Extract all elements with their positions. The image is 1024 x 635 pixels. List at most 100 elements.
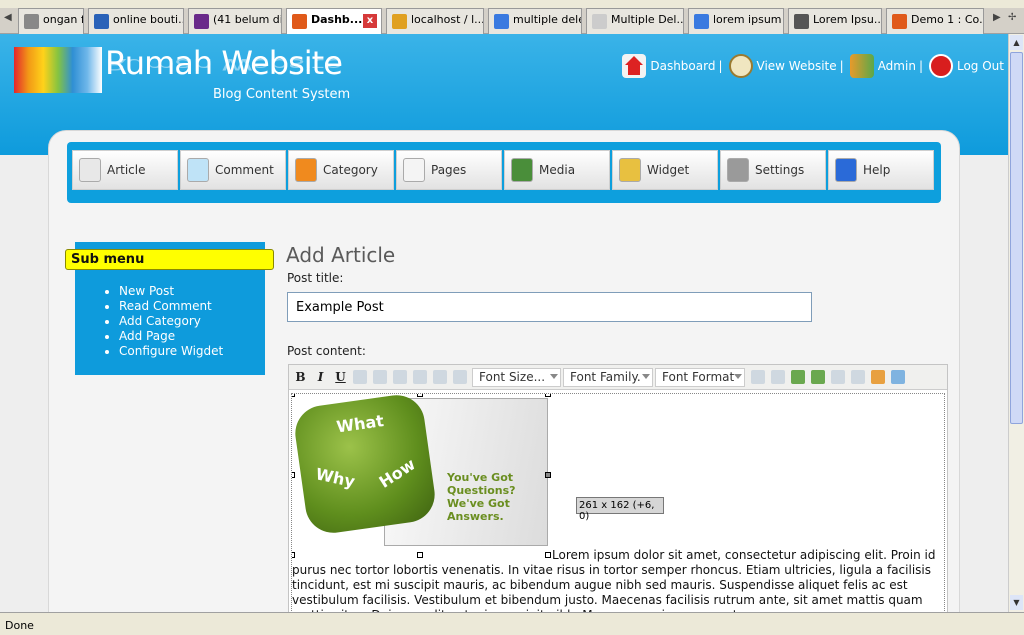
magnifier-icon	[728, 54, 753, 78]
menu-item-widget[interactable]: Widget	[612, 150, 718, 190]
menu-item-comment[interactable]: Comment	[180, 150, 286, 190]
browser-tab-label: localhost / l...	[411, 13, 484, 26]
font-family-select[interactable]: Font Family.	[563, 368, 653, 387]
post-title-label: Post title:	[287, 271, 344, 285]
browser-tab[interactable]: Lorem Ipsu...	[788, 8, 882, 34]
edit-html-icon[interactable]	[791, 370, 805, 384]
resize-handle[interactable]	[545, 394, 551, 397]
rich-text-editor[interactable]: B I U Font Size... Font Family. Font For…	[288, 364, 948, 612]
menu-item-settings[interactable]: Settings	[720, 150, 826, 190]
main-menu: Article Comment Category Pages Media Widget Se…	[67, 142, 941, 203]
menu-item-media[interactable]: Media	[504, 150, 610, 190]
view-website-link[interactable]: View Website |	[728, 54, 846, 78]
menu-item-article[interactable]: Article	[72, 150, 178, 190]
bold-button[interactable]: B	[292, 368, 309, 386]
logout-link[interactable]: Log Out	[928, 54, 1004, 78]
browser-tab-label: online bouti...	[113, 13, 184, 26]
dashboard-link[interactable]: Dashboard |	[622, 54, 724, 78]
browser-tab[interactable]: ongan f...	[18, 8, 84, 34]
italic-button[interactable]: I	[312, 368, 329, 386]
page-viewport: Rumah Website Rumah Website Blog Content…	[0, 34, 1008, 612]
menu-item-help[interactable]: Help	[828, 150, 934, 190]
editor-content-area[interactable]: You've Got Questions? We've Got Answers.…	[291, 393, 945, 612]
submenu-item[interactable]: New Post	[119, 284, 223, 299]
resize-handle[interactable]	[292, 394, 295, 397]
tab-favicon-icon	[592, 14, 607, 29]
resize-handle[interactable]	[417, 394, 423, 397]
insert-image-icon[interactable]	[811, 370, 825, 384]
ordered-list-icon[interactable]	[433, 370, 447, 384]
source-icon[interactable]	[891, 370, 905, 384]
resize-handle[interactable]	[292, 472, 295, 478]
browser-tab-label: (41 belum di...	[213, 13, 282, 26]
browser-tab[interactable]: Dashb... x	[286, 8, 382, 35]
align-center-icon[interactable]	[373, 370, 387, 384]
admin-link[interactable]: Admin |	[849, 54, 925, 78]
logo-graphic	[14, 47, 102, 93]
menu-item-pages[interactable]: Pages	[396, 150, 502, 190]
site-subtitle: Blog Content System	[213, 87, 351, 102]
menu-item-label: Help	[863, 163, 891, 177]
tab-favicon-icon	[194, 14, 209, 29]
scrollbar-thumb[interactable]	[1010, 52, 1023, 424]
post-title-input[interactable]: Example Post	[287, 292, 812, 322]
unordered-list-icon[interactable]	[453, 370, 467, 384]
menu-item-label: Media	[539, 163, 576, 177]
help-icon	[835, 158, 857, 182]
tab-favicon-icon	[94, 14, 109, 29]
close-tab-icon[interactable]: x	[363, 14, 377, 28]
dice-text-how: How	[375, 454, 419, 492]
nav-separator: |	[839, 59, 844, 73]
gear-icon	[727, 158, 749, 182]
pencil-icon	[79, 158, 101, 182]
unlink-icon[interactable]	[851, 370, 865, 384]
tab-scroll-left-icon[interactable]: ◀	[4, 12, 12, 23]
scroll-down-icon[interactable]: ▼	[1010, 595, 1023, 610]
align-right-icon[interactable]	[393, 370, 407, 384]
menu-item-category[interactable]: Category	[288, 150, 394, 190]
cleanup-icon[interactable]	[871, 370, 885, 384]
browser-tab[interactable]: online bouti...	[88, 8, 184, 34]
indent-icon[interactable]	[771, 370, 785, 384]
power-icon	[928, 54, 953, 78]
align-justify-icon[interactable]	[413, 370, 427, 384]
underline-button[interactable]: U	[332, 368, 349, 386]
browser-tab-label: Lorem Ipsu...	[813, 13, 882, 26]
tab-scroll-right-icon[interactable]: ▶	[993, 12, 1001, 23]
embedded-image[interactable]: You've Got Questions? We've Got Answers.…	[292, 394, 551, 558]
top-navigation: Dashboard | View Website | Admin | Log O…	[618, 52, 1004, 80]
browser-tab[interactable]: localhost / l...	[386, 8, 484, 34]
dice-text-why: Why	[314, 464, 357, 492]
scroll-up-icon[interactable]: ▲	[1010, 35, 1023, 50]
browser-tab-label: Dashb...	[311, 13, 363, 26]
submenu-item[interactable]: Configure Wigdet	[119, 344, 223, 359]
browser-tab[interactable]: multiple dele...	[488, 8, 582, 34]
font-size-select[interactable]: Font Size...	[472, 368, 561, 387]
browser-tab[interactable]: Demo 1 : Co...	[886, 8, 984, 34]
view-website-label: View Website	[756, 59, 837, 73]
browser-tab[interactable]: (41 belum di...	[188, 8, 282, 34]
outdent-icon[interactable]	[751, 370, 765, 384]
browser-tab-label: ongan f...	[43, 13, 84, 26]
submenu-item[interactable]: Add Page	[119, 329, 223, 344]
link-icon[interactable]	[831, 370, 845, 384]
submenu-item[interactable]: Read Comment	[119, 299, 223, 314]
submenu-item[interactable]: Add Category	[119, 314, 223, 329]
speech-bubble-icon	[187, 158, 209, 182]
media-icon	[511, 158, 533, 182]
page-icon	[403, 158, 425, 182]
dice-text-what: What	[335, 411, 385, 437]
font-size-value: Font Size...	[479, 370, 546, 384]
browser-tab[interactable]: Multiple Del...	[586, 8, 684, 34]
browser-tab[interactable]: lorem ipsum ...	[688, 8, 784, 34]
resize-handle[interactable]	[545, 472, 551, 478]
tab-favicon-icon	[794, 14, 809, 29]
font-format-select[interactable]: Font Format	[655, 368, 745, 387]
status-bar: Done	[0, 612, 1024, 635]
browser-tab-label: multiple dele...	[513, 13, 581, 26]
align-left-icon[interactable]	[353, 370, 367, 384]
dice-graphic: What Why How	[292, 394, 439, 537]
tab-list-icon[interactable]: ✢	[1008, 12, 1016, 23]
content-panel: Article Comment Category Pages Media Widget Se…	[48, 130, 960, 612]
vertical-scrollbar[interactable]: ▲ ▼	[1008, 34, 1024, 612]
